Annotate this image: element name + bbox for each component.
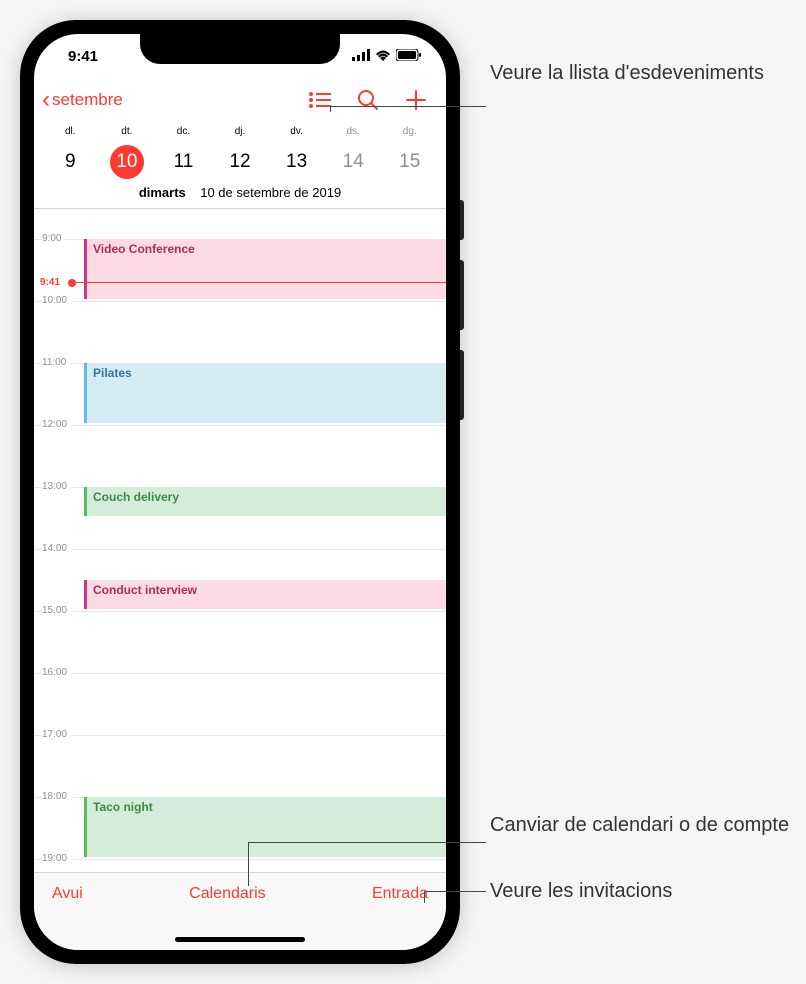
status-time: 9:41 <box>58 48 98 65</box>
hour-label: 18:00 <box>42 791 71 802</box>
hour-label: 19:00 <box>42 853 71 864</box>
phone-screen: 9:41 ‹ setembre <box>34 34 446 950</box>
calendar-event[interactable]: Taco night <box>84 797 446 857</box>
hour-row: 14:00 <box>34 549 446 550</box>
plus-icon <box>405 89 427 111</box>
search-button[interactable] <box>356 88 380 112</box>
today-button[interactable]: Avui <box>52 885 83 903</box>
selected-fulldate: 10 de setembre de 2019 <box>200 185 341 200</box>
weekday-label: dt. <box>99 126 156 137</box>
hour-label: 13:00 <box>42 481 71 492</box>
hour-row: 19:00 <box>34 859 446 860</box>
inbox-button[interactable]: Entrada <box>372 885 428 903</box>
day-timeline[interactable]: 9:0010:0011:0012:0013:0014:0015:0016:001… <box>34 209 446 889</box>
weekday-label: dc. <box>155 126 212 137</box>
now-line <box>76 282 446 283</box>
callout-list-view: Veure la llista d'esdeveniments <box>490 60 764 86</box>
weekday-label: dv. <box>268 126 325 137</box>
hour-row: 15:00 <box>34 611 446 612</box>
battery-icon <box>396 48 422 65</box>
now-time-label: 9:41 <box>38 277 62 288</box>
date-cell[interactable]: 12 <box>212 145 269 179</box>
now-dot-icon <box>68 279 76 287</box>
hour-row: 16:00 <box>34 673 446 674</box>
hour-row: 12:00 <box>34 425 446 426</box>
date-row: 9101112131415 <box>42 145 438 179</box>
bottom-toolbar: Avui Calendaris Entrada <box>34 872 446 950</box>
callout-line <box>248 842 486 843</box>
notch <box>140 34 340 64</box>
hour-row: 10:00 <box>34 301 446 302</box>
back-button[interactable]: ‹ setembre <box>42 86 123 114</box>
status-icons <box>352 48 422 65</box>
date-cell[interactable]: 13 <box>268 145 325 179</box>
calendar-event[interactable]: Video Conference <box>84 239 446 299</box>
hour-label: 15:00 <box>42 605 71 616</box>
calendars-button[interactable]: Calendaris <box>189 885 265 903</box>
weekday-label: ds. <box>325 126 382 137</box>
chevron-left-icon: ‹ <box>42 86 50 114</box>
callout-calendars: Canviar de calendari o de compte <box>490 812 789 838</box>
wifi-icon <box>375 48 391 65</box>
date-cell[interactable]: 14 <box>325 145 382 179</box>
calendar-event[interactable]: Conduct interview <box>84 580 446 609</box>
weekday-label: dl. <box>42 126 99 137</box>
callout-line <box>330 106 486 107</box>
hour-label: 17:00 <box>42 729 71 740</box>
add-event-button[interactable] <box>404 88 428 112</box>
callout-line <box>330 106 331 112</box>
hour-label: 16:00 <box>42 667 71 678</box>
current-time-indicator: 9:41 <box>38 277 446 288</box>
weekday-label: dj. <box>212 126 269 137</box>
hour-row: 17:00 <box>34 735 446 736</box>
hour-label: 11:00 <box>42 357 70 368</box>
selected-dayname: dimarts <box>139 185 186 200</box>
date-cell[interactable]: 15 <box>381 145 438 179</box>
cellular-signal-icon <box>352 48 370 65</box>
weekday-row: dl.dt.dc.dj.dv.ds.dg. <box>42 126 438 137</box>
hour-label: 9:00 <box>42 233 65 244</box>
back-label: setembre <box>52 90 123 110</box>
calendar-event[interactable]: Pilates <box>84 363 446 423</box>
hour-label: 14:00 <box>42 543 71 554</box>
list-view-button[interactable] <box>308 88 332 112</box>
volume-down-button <box>460 350 464 420</box>
callout-line <box>424 891 486 892</box>
callout-line <box>424 891 425 903</box>
date-cell[interactable]: 10 <box>99 145 156 179</box>
nav-bar: ‹ setembre <box>34 78 446 122</box>
volume-up-button <box>460 260 464 330</box>
hour-label: 10:00 <box>42 295 71 306</box>
calendar-event[interactable]: Couch delivery <box>84 487 446 516</box>
nav-actions <box>308 88 438 112</box>
side-button <box>460 200 464 240</box>
date-cell[interactable]: 9 <box>42 145 99 179</box>
callout-inbox: Veure les invitacions <box>490 878 672 904</box>
date-cell[interactable]: 11 <box>155 145 212 179</box>
week-header: dl.dt.dc.dj.dv.ds.dg. 9101112131415 dima… <box>34 122 446 209</box>
weekday-label: dg. <box>381 126 438 137</box>
hour-label: 12:00 <box>42 419 71 430</box>
home-indicator[interactable] <box>175 937 305 942</box>
phone-frame: 9:41 ‹ setembre <box>20 20 460 964</box>
selected-date-label: dimarts 10 de setembre de 2019 <box>42 185 438 200</box>
search-icon <box>357 89 379 111</box>
callout-line <box>248 842 249 886</box>
list-icon <box>309 92 331 108</box>
